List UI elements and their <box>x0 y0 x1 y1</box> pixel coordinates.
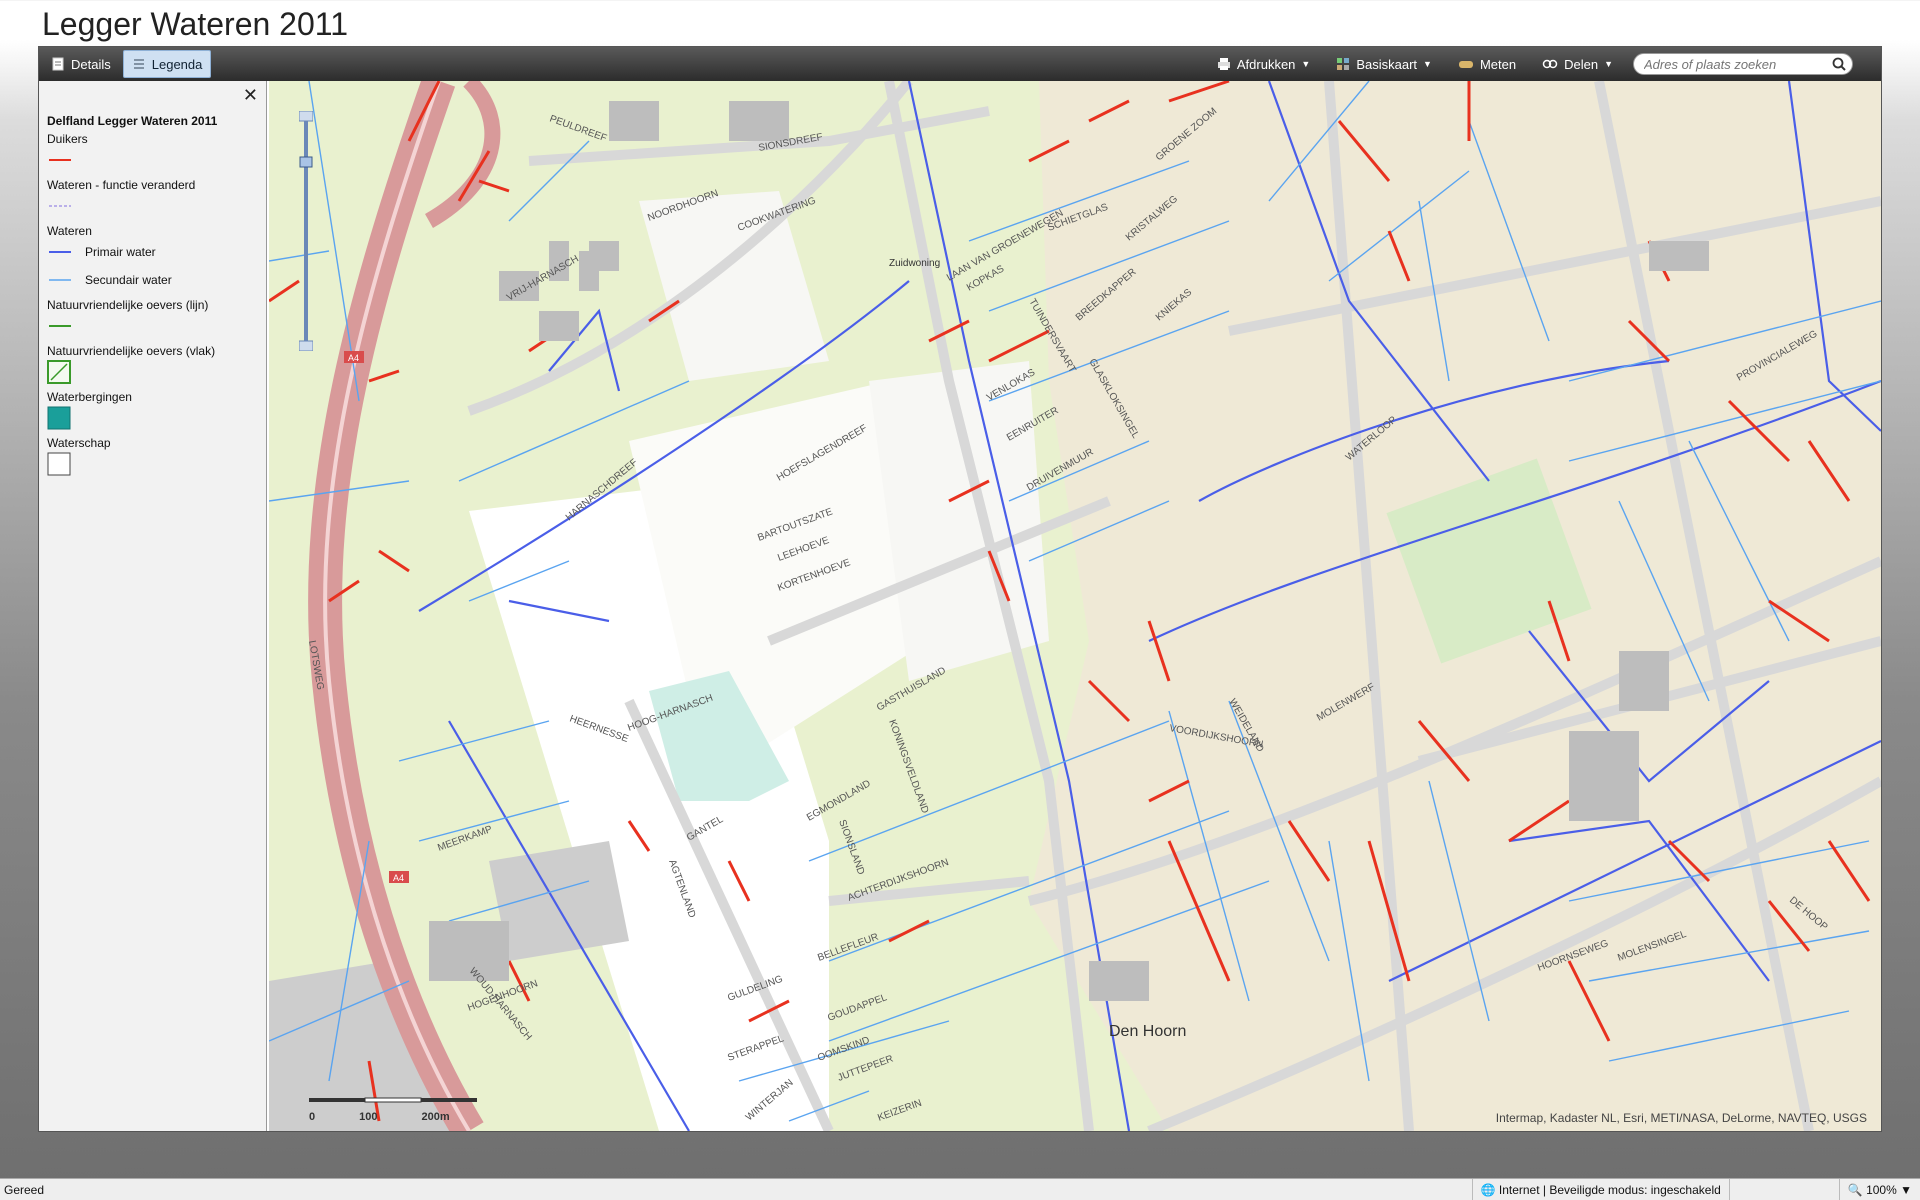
secundair-line-swatch <box>49 279 71 281</box>
map-svg[interactable]: Den Hoorn Zuidwoning PEULDREEF SIONSDREE… <box>269 81 1881 1131</box>
search-box <box>1633 53 1853 75</box>
legend-heading-duikers: Duikers <box>47 132 88 146</box>
details-button[interactable]: Details <box>43 50 119 78</box>
legenda-label: Legenda <box>151 56 203 72</box>
measure-button[interactable]: Meten <box>1450 50 1524 78</box>
legend-heading-waterbergingen: Waterbergingen <box>47 390 132 404</box>
legend-heading-wateren-functie: Wateren - functie veranderd <box>47 178 196 192</box>
scale-label-200: 200m <box>421 1111 450 1123</box>
globe-icon: 🌐 Internet | Beveiligde modus: ingeschak… <box>1471 1178 1729 1200</box>
share-button[interactable]: Delen ▼ <box>1534 50 1621 78</box>
map-label-zuidwoning: Zuidwoning <box>889 258 940 269</box>
zoom-level[interactable]: 🔍 100% ▼ <box>1838 1178 1920 1200</box>
legend-swatch-duikers <box>47 146 258 174</box>
zoom-handle <box>299 156 313 168</box>
page-title: Legger Wateren 2011 <box>42 6 348 42</box>
share-label: Delen <box>1564 56 1599 72</box>
legend-heading-wateren: Wateren <box>47 224 92 238</box>
map-attribution: Intermap, Kadaster NL, Esri, METI/NASA, … <box>1495 1111 1867 1125</box>
print-button[interactable]: Afdrukken ▼ <box>1209 50 1318 78</box>
grid-icon <box>1337 58 1350 70</box>
map-canvas[interactable]: Den Hoorn Zuidwoning PEULDREEF SIONSDREE… <box>269 81 1881 1131</box>
zoom-text: 100% <box>1866 1182 1897 1197</box>
link-icon <box>1542 59 1558 69</box>
legend-label-primair: Primair water <box>85 245 156 259</box>
scale-label-100: 100 <box>359 1111 378 1123</box>
legend-item-secundair: Secundair water <box>47 266 258 294</box>
outline-swatch <box>47 452 71 476</box>
list-icon <box>133 59 144 69</box>
primair-line-swatch <box>49 251 71 253</box>
measure-label: Meten <box>1479 56 1517 72</box>
scale-label-0: 0 <box>309 1111 316 1123</box>
document-icon <box>52 57 64 71</box>
scale-bar: 0 100 200m <box>309 1093 479 1123</box>
green-line-swatch <box>49 325 71 327</box>
zone-text: Internet | Beveiligde modus: ingeschakel… <box>1498 1182 1721 1197</box>
status-text: Gereed <box>4 1182 45 1197</box>
details-label: Details <box>71 56 111 72</box>
green-hatched-swatch <box>47 360 71 384</box>
svg-text:A4: A4 <box>348 353 359 363</box>
legend-item-primair: Primair water <box>47 238 258 266</box>
zoom-slider[interactable] <box>299 111 313 351</box>
toolbar: Details Legenda Afdrukken ▼ Basiskaart ▼… <box>39 47 1881 81</box>
chevron-down-icon: ▼ <box>1301 59 1311 69</box>
dashed-line-swatch <box>49 205 71 207</box>
legend-swatch-waterbergingen <box>47 404 258 432</box>
chevron-down-icon: ▼ <box>1423 59 1432 69</box>
legenda-button[interactable]: Legenda <box>122 50 212 78</box>
legend-swatch-oevers-vlak <box>47 358 258 386</box>
legend-label-secundair: Secundair water <box>85 273 172 287</box>
ruler-icon <box>1458 61 1473 68</box>
close-icon[interactable]: ✕ <box>243 85 258 106</box>
chevron-down-icon: ▼ <box>1604 59 1613 69</box>
legend-heading-oevers-vlak: Natuurvriendelijke oevers (vlak) <box>47 344 216 358</box>
search-input[interactable] <box>1644 56 1832 72</box>
printer-icon <box>1217 58 1230 70</box>
legend-panel: ✕ Delfland Legger Wateren 2011 Duikers W… <box>39 81 267 1131</box>
red-line-swatch <box>49 159 71 161</box>
basemap-label: Basiskaart <box>1356 56 1418 72</box>
search-icon[interactable] <box>1832 57 1846 71</box>
legend-swatch-waterschap <box>47 450 258 478</box>
legend-heading-oevers-lijn: Natuurvriendelijke oevers (lijn) <box>47 298 209 312</box>
status-bar: Gereed 🌐 Internet | Beveiligde modus: in… <box>0 1178 1920 1200</box>
legend-heading-waterschap: Waterschap <box>47 436 111 450</box>
svg-text:A4: A4 <box>393 873 404 883</box>
legend-swatch-wateren-functie <box>47 192 258 220</box>
legend-swatch-oevers-lijn <box>47 312 258 340</box>
print-label: Afdrukken <box>1236 56 1296 72</box>
basemap-button[interactable]: Basiskaart ▼ <box>1328 50 1440 78</box>
teal-fill-swatch <box>47 406 71 430</box>
protected-mode-cell <box>1728 1178 1839 1200</box>
map-label-den-hoorn: Den Hoorn <box>1109 1023 1186 1040</box>
legend-title: Delfland Legger Wateren 2011 <box>47 114 218 128</box>
map-app: Details Legenda Afdrukken ▼ Basiskaart ▼… <box>38 46 1882 1132</box>
